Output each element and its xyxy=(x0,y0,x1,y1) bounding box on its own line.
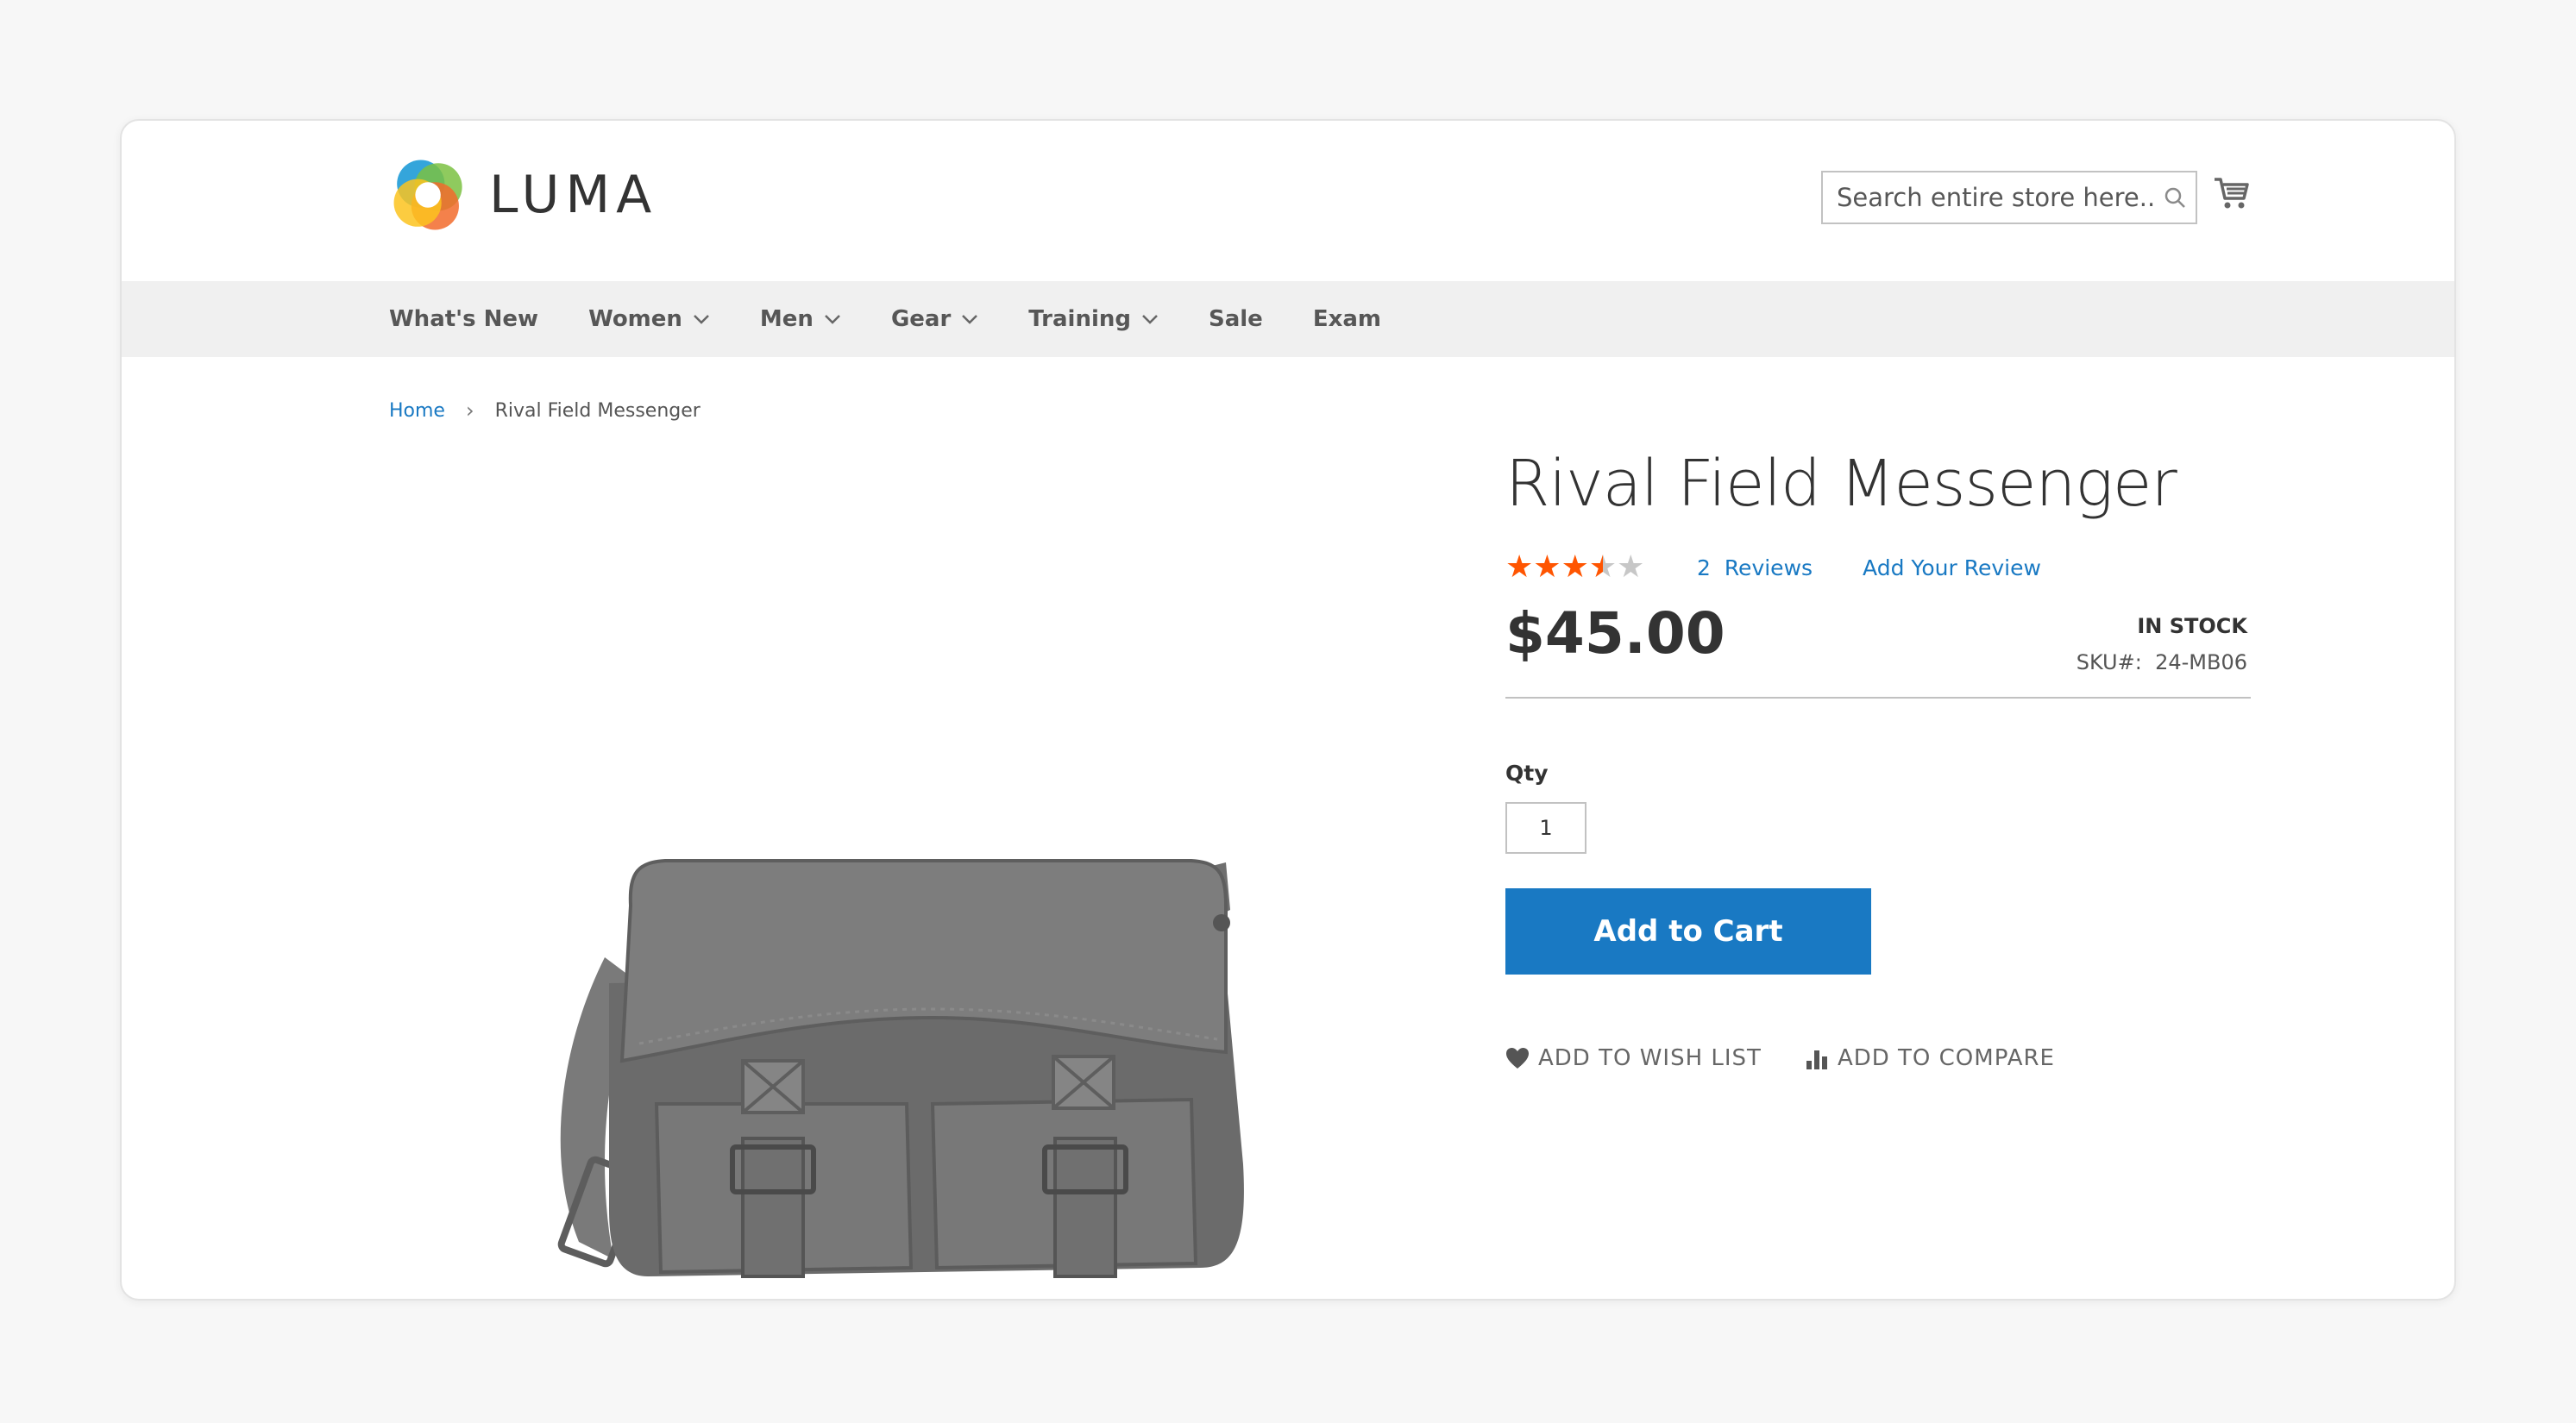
qty-label: Qty xyxy=(1505,761,1549,786)
search-input[interactable] xyxy=(1823,172,2153,223)
add-to-compare-link[interactable]: ADD TO COMPARE xyxy=(1805,1045,2055,1071)
breadcrumb: Home › Rival Field Messenger xyxy=(389,398,701,423)
reviews-label: Reviews xyxy=(1724,555,1813,580)
page-frame: LUMA What's New Women Men Gear xyxy=(120,119,2456,1301)
nav-item-exam[interactable]: Exam xyxy=(1313,306,1381,332)
logo-text: LUMA xyxy=(489,165,658,225)
compare-bars-icon xyxy=(1806,1050,1827,1069)
product-rating: ★ ★ ★ ★ ★ 2 Reviews Add Your Review xyxy=(1505,552,2041,583)
messenger-bag-image[interactable] xyxy=(527,759,1338,1294)
main-nav: What's New Women Men Gear Training Sale … xyxy=(122,281,2454,357)
search-box xyxy=(1821,171,2197,224)
nav-item-label: Gear xyxy=(890,306,952,332)
chevron-down-icon xyxy=(962,315,978,324)
chevron-down-icon xyxy=(825,315,840,324)
nav-item-label: What's New xyxy=(389,306,539,332)
luma-logo-icon xyxy=(393,160,462,230)
sku-value: 24-MB06 xyxy=(2155,650,2247,674)
nav-item-women[interactable]: Women xyxy=(588,306,710,332)
breadcrumb-separator: › xyxy=(465,398,474,423)
chevron-down-icon xyxy=(1142,315,1158,324)
nav-item-training[interactable]: Training xyxy=(1028,306,1159,332)
search-icon[interactable] xyxy=(2153,186,2196,209)
sku-line: SKU#: 24-MB06 xyxy=(2077,650,2247,674)
add-to-cart-button[interactable]: Add to Cart xyxy=(1505,888,1871,975)
reviews-link[interactable]: 2 Reviews xyxy=(1697,555,1813,580)
sku-label: SKU#: xyxy=(2076,650,2142,674)
cart-icon[interactable] xyxy=(2213,174,2251,212)
divider xyxy=(1505,697,2251,699)
breadcrumb-home-link[interactable]: Home xyxy=(389,400,445,422)
wishlist-label: ADD TO WISH LIST xyxy=(1538,1045,1762,1071)
star-icon: ★ xyxy=(1505,549,1534,585)
reviews-count: 2 xyxy=(1697,555,1711,580)
breadcrumb-current: Rival Field Messenger xyxy=(494,399,701,422)
compare-label: ADD TO COMPARE xyxy=(1837,1045,2055,1071)
nav-item-whats-new[interactable]: What's New xyxy=(389,306,538,332)
qty-input[interactable] xyxy=(1505,802,1586,854)
star-half-icon: ★ xyxy=(1588,549,1618,585)
star-icon: ★ xyxy=(1561,549,1589,585)
add-to-wishlist-link[interactable]: ADD TO WISH LIST xyxy=(1505,1045,1762,1071)
stock-status: IN STOCK xyxy=(2137,614,2247,638)
nav-item-sale[interactable]: Sale xyxy=(1209,306,1263,332)
logo[interactable]: LUMA xyxy=(389,155,657,235)
heart-icon xyxy=(1506,1048,1529,1069)
product-price: $45.00 xyxy=(1505,600,1725,667)
nav-item-label: Exam xyxy=(1312,306,1381,332)
nav-item-gear[interactable]: Gear xyxy=(891,306,978,332)
star-empty-icon: ★ xyxy=(1617,549,1645,585)
product-actions: ADD TO WISH LIST ADD TO COMPARE xyxy=(1505,1045,2055,1071)
nav-item-label: Sale xyxy=(1209,306,1263,332)
product-title: Rival Field Messenger xyxy=(1505,447,2177,521)
star-icon: ★ xyxy=(1533,549,1561,585)
rating-stars: ★ ★ ★ ★ ★ xyxy=(1505,549,1645,585)
nav-item-label: Training xyxy=(1028,306,1131,332)
add-review-link[interactable]: Add Your Review xyxy=(1863,555,2041,580)
nav-item-men[interactable]: Men xyxy=(760,306,841,332)
nav-item-label: Women xyxy=(588,306,682,332)
nav-item-label: Men xyxy=(759,306,814,332)
chevron-down-icon xyxy=(694,315,709,324)
